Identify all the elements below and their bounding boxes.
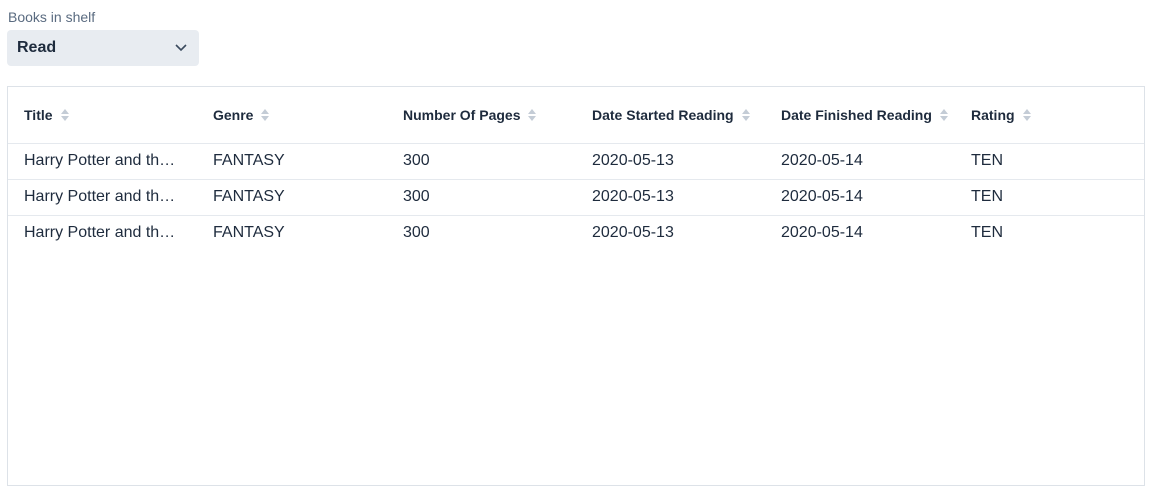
- column-header-label: Rating: [971, 107, 1015, 123]
- cell-date-finished: 2020-05-14: [781, 152, 863, 169]
- sort-icon: [261, 109, 270, 121]
- column-header-genre[interactable]: Genre: [213, 87, 383, 143]
- grid-header: Title Genre Number Of Pages Date Started…: [8, 87, 1144, 144]
- cell-genre: FANTASY: [213, 152, 285, 169]
- column-header-title[interactable]: Title: [24, 87, 182, 143]
- column-header-pages[interactable]: Number Of Pages: [403, 87, 573, 143]
- cell-rating: TEN: [971, 224, 1003, 241]
- column-header-date-started[interactable]: Date Started Reading: [592, 87, 762, 143]
- cell-genre: FANTASY: [213, 188, 285, 205]
- cell-date-finished: 2020-05-14: [781, 224, 863, 241]
- column-header-label: Number Of Pages: [403, 107, 521, 123]
- shelf-select[interactable]: Read: [7, 30, 199, 66]
- cell-title: Harry Potter and the…: [24, 188, 182, 205]
- cell-date-started: 2020-05-13: [592, 152, 674, 169]
- column-header-date-finished[interactable]: Date Finished Reading: [781, 87, 951, 143]
- cell-rating: TEN: [971, 152, 1003, 169]
- table-row[interactable]: Harry Potter and the… FANTASY 300 2020-0…: [8, 215, 1144, 251]
- sort-icon: [528, 109, 537, 121]
- sort-icon: [939, 109, 948, 121]
- books-grid: Title Genre Number Of Pages Date Started…: [7, 86, 1145, 486]
- cell-pages: 300: [403, 152, 430, 169]
- column-header-label: Date Started Reading: [592, 107, 734, 123]
- column-header-rating[interactable]: Rating: [971, 87, 1131, 143]
- column-header-label: Genre: [213, 107, 254, 123]
- column-header-label: Date Finished Reading: [781, 107, 932, 123]
- sort-icon: [1022, 109, 1031, 121]
- cell-title: Harry Potter and the…: [24, 224, 182, 241]
- cell-date-started: 2020-05-13: [592, 188, 674, 205]
- sort-icon: [60, 109, 69, 121]
- cell-rating: TEN: [971, 188, 1003, 205]
- shelf-select-value: Read: [17, 39, 57, 56]
- cell-title: Harry Potter and the…: [24, 152, 182, 169]
- cell-date-finished: 2020-05-14: [781, 188, 863, 205]
- sort-icon: [741, 109, 750, 121]
- cell-genre: FANTASY: [213, 224, 285, 241]
- table-row[interactable]: Harry Potter and the… FANTASY 300 2020-0…: [8, 143, 1144, 180]
- chevron-down-icon: [175, 44, 187, 52]
- cell-pages: 300: [403, 224, 430, 241]
- column-header-label: Title: [24, 107, 53, 123]
- cell-date-started: 2020-05-13: [592, 224, 674, 241]
- cell-pages: 300: [403, 188, 430, 205]
- shelf-label: Books in shelf: [8, 9, 96, 25]
- table-row[interactable]: Harry Potter and the… FANTASY 300 2020-0…: [8, 179, 1144, 216]
